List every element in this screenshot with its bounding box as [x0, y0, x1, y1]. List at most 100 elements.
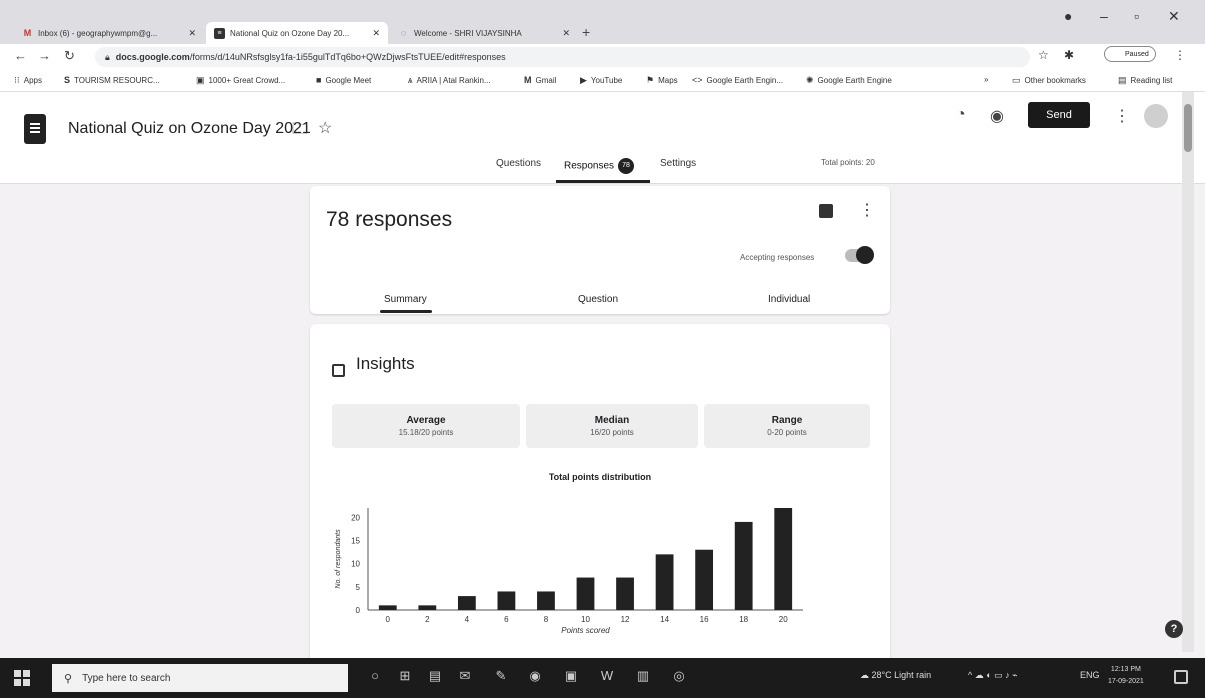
windows-start-icon[interactable]	[14, 670, 30, 686]
tray-icons[interactable]: ^ ☁ ◐ ▭ ♪ ⌁	[968, 670, 1018, 681]
files-icon[interactable]: ▥	[632, 668, 654, 688]
close-icon[interactable]: ✕	[182, 28, 196, 39]
tab-settings[interactable]: Settings	[660, 158, 696, 169]
bookmark-gmail[interactable]: M Gmail	[524, 75, 556, 85]
reload-icon[interactable]: ↻	[64, 48, 75, 64]
page-scrollbar[interactable]	[1182, 92, 1194, 652]
preview-eye-icon[interactable]: ◉	[990, 106, 1004, 126]
lock-icon: 🔒︎	[105, 51, 110, 62]
search-icon: ⚲	[64, 672, 73, 685]
cortana-icon[interactable]: ○	[364, 668, 386, 688]
url-path: /forms/d/14uNRsfsglsy1fa-1i55gulTdTq6bo+…	[189, 52, 506, 62]
more-options-icon[interactable]: ⋮	[859, 200, 875, 220]
tab-responses[interactable]: Responses 78	[564, 158, 635, 174]
ariia-icon: ѧ	[408, 75, 413, 85]
y-tick-label: 15	[351, 536, 360, 545]
palette-icon[interactable]: ◔	[956, 106, 966, 124]
notification-icon[interactable]	[1174, 670, 1188, 684]
bookmark-earth-engine-code[interactable]: <> Google Earth Engin...	[692, 75, 783, 85]
browser-menu-icon[interactable]: ⋮	[1174, 48, 1186, 62]
browser-tab-forms[interactable]: ≡ National Quiz on Ozone Day 20... ✕	[206, 22, 388, 44]
chart-bar	[734, 521, 753, 610]
stat-label: Range	[771, 415, 803, 426]
profile-button[interactable]: Paused	[1104, 46, 1156, 62]
bookmark-tourism[interactable]: S TOURISM RESOURC...	[64, 75, 160, 85]
x-tick-label: 0	[386, 615, 391, 624]
url-field[interactable]: 🔒︎ docs.google.com /forms/d/14uNRsfsglsy…	[95, 47, 1030, 67]
scrollbar-thumb[interactable]	[1184, 104, 1192, 152]
bookmark-meet[interactable]: ■ Google Meet	[316, 75, 371, 85]
close-window-button[interactable]: ✕	[1168, 8, 1180, 25]
tab-questions[interactable]: Questions	[496, 158, 541, 169]
word-icon[interactable]: W	[596, 668, 618, 688]
url-domain: docs.google.com	[115, 52, 190, 62]
language-indicator[interactable]: ENG	[1080, 670, 1100, 680]
stat-value: 15.18/20 points	[398, 428, 454, 437]
chart-bar	[378, 605, 397, 610]
close-icon[interactable]: ✕	[366, 28, 380, 39]
file-explorer-icon[interactable]: ▤	[424, 668, 446, 688]
form-title[interactable]: National Quiz on Ozone Day 2021	[68, 120, 311, 138]
address-bar-row: ← → ↻ 🔒︎ docs.google.com /forms/d/14uNRs…	[0, 44, 1205, 70]
forward-icon[interactable]: →	[38, 48, 51, 63]
star-icon[interactable]: ☆	[318, 118, 332, 138]
points-distribution-chart: 0 5 10 15 20 0 2 4 6 8 10 12 14 16 18 20 Points scored No…	[335, 508, 803, 634]
paint-icon[interactable]: ✎	[490, 668, 512, 688]
folder-icon[interactable]: 🗀︎	[292, 118, 308, 145]
more-options-icon[interactable]: ⋮	[1114, 106, 1130, 126]
y-axis-label: No. of respondants	[335, 529, 342, 589]
help-icon[interactable]: ?	[1165, 620, 1183, 638]
send-button[interactable]: Send	[1028, 102, 1090, 128]
bookmark-apps[interactable]: ⁝⁝ Apps	[14, 75, 42, 86]
other-bookmarks[interactable]: ▭ Other bookmarks	[1012, 75, 1086, 86]
extensions-icon[interactable]: ✱	[1064, 48, 1074, 62]
photos-icon[interactable]: ▣	[560, 668, 582, 688]
subtab-question[interactable]: Question	[578, 294, 618, 305]
earth-icon: ✺	[806, 75, 814, 85]
weather-status[interactable]: ☁ 28°C Light rain	[860, 670, 931, 681]
chrome-icon[interactable]: ◉	[524, 668, 546, 688]
bookmark-youtube[interactable]: ▶ YouTube	[580, 75, 622, 86]
x-tick-label: 12	[621, 615, 630, 624]
chart-bar	[537, 591, 555, 610]
maximize-button[interactable]: ▫	[1134, 8, 1139, 24]
star-icon[interactable]: ☆	[1038, 48, 1049, 62]
stat-median: Median 16/20 points	[526, 404, 698, 448]
x-tick-label: 16	[700, 615, 709, 624]
browser-tab-inbox[interactable]: M Inbox (6) - geographywmpm@g... ✕	[14, 22, 204, 44]
minimize-button[interactable]: –	[1100, 8, 1108, 24]
bookmark-ariia[interactable]: ѧ ARIIA | Atal Rankin...	[408, 75, 491, 85]
chart-bar	[655, 554, 674, 610]
subtab-summary[interactable]: Summary	[384, 294, 427, 305]
x-tick-label: 14	[660, 615, 669, 624]
bookmark-icon: ▣	[196, 75, 205, 85]
x-tick-label: 6	[504, 615, 509, 624]
s-icon: S	[64, 75, 71, 85]
y-tick-label: 0	[356, 606, 361, 615]
new-tab-button[interactable]: +	[582, 24, 590, 40]
back-icon[interactable]: ←	[14, 48, 27, 63]
browser-tab-welcome[interactable]: ◌ Welcome - SHRI VIJAYSINHA ✕	[390, 22, 578, 44]
chart-bar	[418, 605, 437, 610]
tab-title: National Quiz on Ozone Day 20...	[230, 28, 350, 38]
mail-icon[interactable]: ✉	[454, 668, 476, 688]
y-tick-label: 5	[356, 583, 361, 592]
tab-title: Inbox (6) - geographywmpm@g...	[38, 28, 158, 38]
task-view-icon[interactable]: ⊞	[394, 668, 416, 688]
avatar[interactable]	[1144, 104, 1168, 128]
close-icon[interactable]: ✕	[556, 28, 570, 39]
more-bookmarks[interactable]: »	[984, 75, 988, 84]
spreadsheet-icon[interactable]	[819, 204, 833, 218]
bookmark-crowd[interactable]: ▣ 1000+ Great Crowd...	[196, 75, 285, 86]
taskbar-search-input[interactable]: ⚲ Type here to search	[52, 664, 348, 692]
forms-logo-icon[interactable]	[24, 114, 46, 144]
toggle-knob[interactable]	[856, 246, 874, 264]
bookmark-maps[interactable]: ⚑ Maps	[646, 75, 678, 86]
camera-icon[interactable]: ◎	[668, 668, 690, 688]
reading-list[interactable]: ▤ Reading list	[1118, 75, 1172, 86]
taskbar-clock[interactable]: 12:13 PM 17-09-2021	[1108, 664, 1144, 688]
subtab-individual[interactable]: Individual	[768, 294, 810, 305]
bookmark-earth-engine[interactable]: ✺ Google Earth Engine	[806, 75, 892, 86]
record-icon[interactable]: ●	[1064, 8, 1072, 24]
apps-icon: ⁝⁝	[14, 75, 20, 85]
